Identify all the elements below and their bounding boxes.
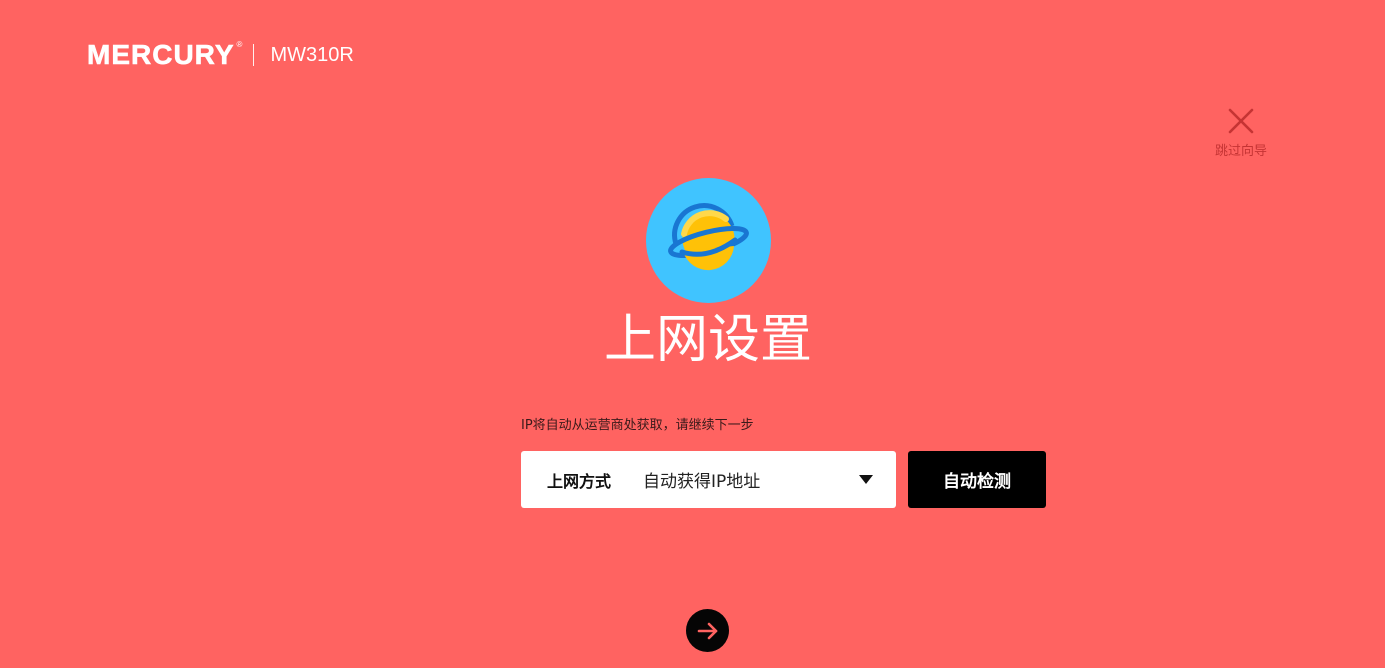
arrow-right-icon[interactable]: [695, 618, 721, 644]
close-icon[interactable]: [1226, 106, 1256, 136]
triangle-down-icon[interactable]: [859, 475, 873, 484]
connection-type-label: 上网方式: [547, 471, 612, 491]
planet-icon: [646, 178, 771, 303]
hint-text: IP将自动从运营商处获取，请继续下一步: [521, 418, 754, 433]
brand-header: MERCURY ® MW310R: [87, 38, 354, 72]
skip-wizard-button[interactable]: 跳过向导: [1203, 106, 1279, 160]
connection-type-value[interactable]: 自动获得IP地址: [643, 467, 859, 492]
auto-detect-button[interactable]: 自动检测: [908, 451, 1046, 508]
model-name: MW310R: [270, 44, 354, 66]
page-title: 上网设置: [603, 310, 812, 370]
brand-divider: [253, 44, 255, 66]
connection-type-select[interactable]: 上网方式 自动获得IP地址: [521, 451, 896, 508]
next-step-button[interactable]: [686, 609, 729, 652]
registered-mark: ®: [236, 40, 243, 49]
brand-logo: MERCURY: [87, 39, 235, 71]
skip-wizard-label[interactable]: 跳过向导: [1203, 144, 1279, 160]
